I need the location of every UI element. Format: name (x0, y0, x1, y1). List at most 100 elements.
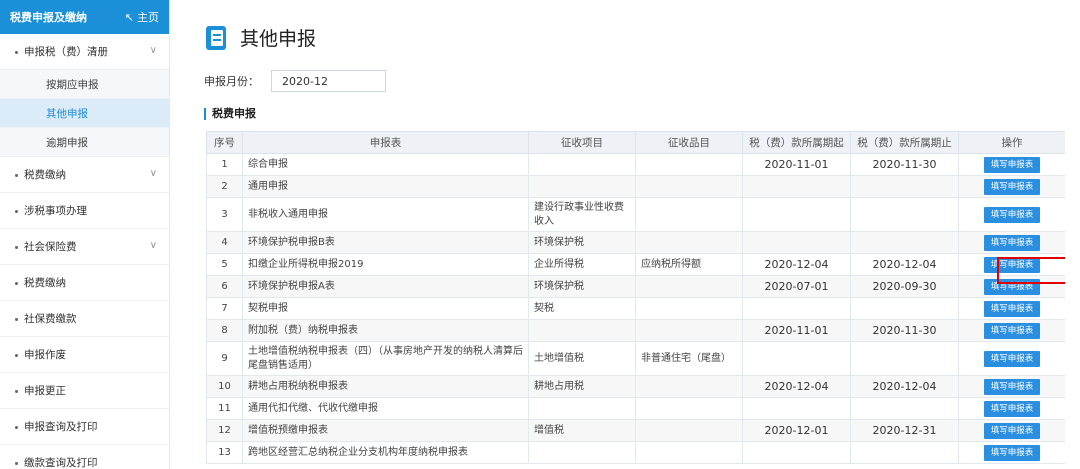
cell-end: 2020-11-30 (850, 319, 959, 342)
cell-no: 8 (206, 319, 243, 342)
cell-no: 13 (206, 441, 243, 464)
fill-form-button[interactable]: 填写申报表 (984, 206, 1040, 223)
fill-form-button[interactable]: 填写申报表 (984, 178, 1040, 195)
cell-start: 2020-11-01 (742, 153, 851, 176)
sidebar-item-payment-query[interactable]: 缴款查询及打印 (0, 445, 169, 469)
section-title: 税费申报 (204, 108, 256, 120)
app-root: 税费申报及缴纳 ↖ 主页 申报税（费）清册 ∨ 按期应申报 其他申报 逾期申报 … (0, 0, 1080, 469)
cell-start: 2020-12-04 (742, 253, 851, 276)
sidebar-item-label: 社保费缴款 (24, 313, 77, 325)
page-title: 其他申报 (240, 28, 317, 50)
fill-form-button[interactable]: 填写申报表 (984, 322, 1040, 339)
cell-item: 企业所得税 (528, 253, 636, 276)
cell-form: 通用申报 (242, 175, 529, 198)
sidebar-item-tax-pay[interactable]: 税费缴纳 (0, 265, 169, 301)
col-header-action: 操作 (958, 131, 1065, 154)
cell-end: 2020-12-04 (850, 253, 959, 276)
sidebar-title: 税费申报及缴纳 (10, 11, 87, 24)
cell-form: 综合申报 (242, 153, 529, 176)
table-row: 12 增值税预缴申报表 增值税 2020-12-01 2020-12-31 填写申报表 (206, 419, 1065, 442)
cell-subitem: 非普通住宅（尾盘） (635, 341, 743, 376)
table-row: 1 综合申报 2020-11-01 2020-11-30 填写申报表 (206, 153, 1065, 176)
cell-subitem (635, 441, 743, 464)
bullet-icon (15, 51, 18, 54)
table-row: 11 通用代扣代缴、代收代缴申报 填写申报表 (206, 397, 1065, 420)
cell-start: 2020-12-01 (742, 419, 851, 442)
cell-no: 12 (206, 419, 243, 442)
fill-form-button[interactable]: 填写申报表 (984, 444, 1040, 461)
sidebar-subitem-overdue[interactable]: 逾期申报 (0, 128, 169, 157)
chevron-down-icon: ∨ (149, 240, 157, 251)
cell-end (850, 397, 959, 420)
sidebar-item-label: 涉税事项办理 (24, 205, 87, 217)
fill-form-button[interactable]: 填写申报表 (984, 234, 1040, 251)
fill-form-button[interactable]: 填写申报表 (984, 350, 1040, 367)
cell-form: 环境保护税申报A表 (242, 275, 529, 298)
cell-end (850, 175, 959, 198)
cell-item (528, 441, 636, 464)
cell-action: 填写申报表 (958, 319, 1065, 342)
cell-action: 填写申报表 (958, 397, 1065, 420)
cell-start: 2020-11-01 (742, 319, 851, 342)
sidebar-subitem-label: 逾期申报 (46, 136, 88, 149)
cell-no: 11 (206, 397, 243, 420)
bullet-icon (15, 210, 18, 213)
sidebar-subitem-label: 按期应申报 (46, 78, 99, 91)
cell-item (528, 153, 636, 176)
table-row: 13 跨地区经营汇总纳税企业分支机构年度纳税申报表 填写申报表 (206, 441, 1065, 464)
sidebar-item-social-insurance[interactable]: 社会保险费 ∨ (0, 229, 169, 265)
cell-no: 2 (206, 175, 243, 198)
cell-no: 4 (206, 231, 243, 254)
sidebar-subitem-label: 其他申报 (46, 107, 88, 120)
bullet-icon (15, 462, 18, 465)
cell-item (528, 175, 636, 198)
fill-form-button[interactable]: 填写申报表 (984, 378, 1040, 395)
table-row: 6 环境保护税申报A表 环境保护税 2020-07-01 2020-09-30 填写申报表 (206, 275, 1065, 298)
highlight-box (997, 257, 1065, 284)
bullet-icon (15, 282, 18, 285)
table-row: 3 非税收入通用申报 建设行政事业性收费收入 填写申报表 (206, 197, 1065, 232)
fill-form-button[interactable]: 填写申报表 (984, 400, 1040, 417)
sidebar-item-social-payment[interactable]: 社保费缴款 (0, 301, 169, 337)
cell-form: 契税申报 (242, 297, 529, 320)
cell-item (528, 397, 636, 420)
sidebar-item-correction[interactable]: 申报更正 (0, 373, 169, 409)
period-label: 申报月份： (204, 75, 259, 88)
fill-form-button[interactable]: 填写申报表 (984, 300, 1040, 317)
bullet-icon (15, 390, 18, 393)
cell-item (528, 319, 636, 342)
cell-end: 2020-12-31 (850, 419, 959, 442)
table-row: 8 附加税（费）纳税申报表 2020-11-01 2020-11-30 填写申报表 (206, 319, 1065, 342)
sidebar-item-query-print[interactable]: 申报查询及打印 (0, 409, 169, 445)
cell-action: 填写申报表 (958, 231, 1065, 254)
cell-subitem (635, 297, 743, 320)
cell-end (850, 297, 959, 320)
cell-end: 2020-09-30 (850, 275, 959, 298)
sidebar-item-label: 缴款查询及打印 (24, 457, 98, 469)
chevron-down-icon: ∨ (149, 45, 157, 56)
cell-subitem: 应纳税所得额 (635, 253, 743, 276)
sidebar-item-void[interactable]: 申报作废 (0, 337, 169, 373)
cell-action: 填写申报表 (958, 419, 1065, 442)
fill-form-button[interactable]: 填写申报表 (984, 422, 1040, 439)
cell-subitem (635, 175, 743, 198)
cell-subitem (635, 419, 743, 442)
sidebar-item-tax-list[interactable]: 申报税（费）清册 ∨ (0, 34, 169, 70)
cell-no: 5 (206, 253, 243, 276)
cell-end (850, 341, 959, 376)
sidebar-item-label: 申报税（费）清册 (24, 46, 108, 58)
cell-start (742, 441, 851, 464)
sidebar-item-label: 税费缴纳 (24, 169, 66, 181)
period-input[interactable] (271, 70, 386, 92)
cell-start (742, 175, 851, 198)
sidebar-item-tax-payment[interactable]: 税费缴纳 ∨ (0, 157, 169, 193)
fill-form-button[interactable]: 填写申报表 (984, 156, 1040, 173)
cell-start (742, 341, 851, 376)
sidebar-subitem-other[interactable]: 其他申报 (0, 99, 169, 128)
sidebar-subitem-periodic[interactable]: 按期应申报 (0, 70, 169, 99)
home-label: 主页 (137, 11, 159, 24)
cell-item: 建设行政事业性收费收入 (528, 197, 636, 232)
home-link[interactable]: ↖ 主页 (125, 9, 159, 25)
sidebar-item-tax-matters[interactable]: 涉税事项办理 (0, 193, 169, 229)
sidebar-item-label: 申报更正 (24, 385, 66, 397)
